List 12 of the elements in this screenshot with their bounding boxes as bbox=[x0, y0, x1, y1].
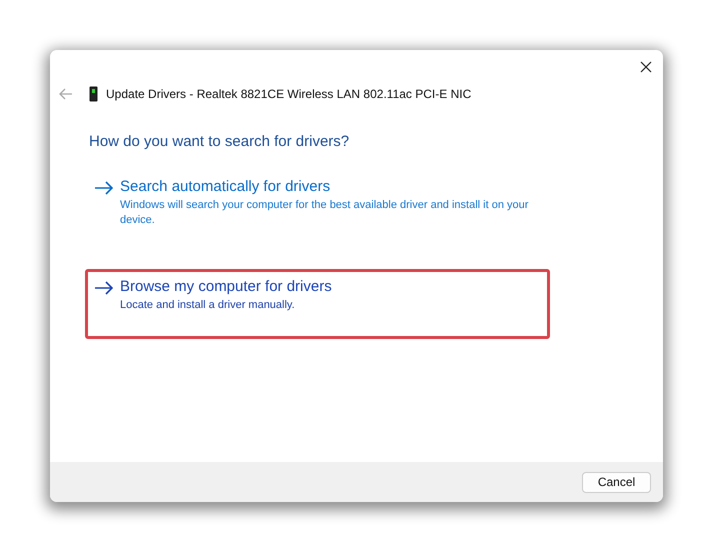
cancel-button[interactable]: Cancel bbox=[582, 472, 651, 492]
arrow-icon bbox=[94, 181, 114, 195]
window-title: Update Drivers - Realtek 8821CE Wireless LAN 802.11ac PCI-E NIC bbox=[106, 87, 472, 101]
option-title: Search automatically for drivers bbox=[120, 178, 332, 195]
option-description: Windows will search your computer for the best available driver and install it on your device. bbox=[120, 198, 530, 228]
option-link[interactable]: Search automatically for drivers Windows will search your computer for the best available driver and install it on your device. bbox=[85, 169, 550, 239]
arrow-icon bbox=[94, 281, 114, 295]
dialog-heading: How do you want to search for drivers? bbox=[89, 133, 350, 150]
highlighted-option[interactable]: Browse my computer for drivers Locate and install a driver manually. bbox=[85, 269, 550, 339]
option-description: Locate and install a driver manually. bbox=[120, 298, 296, 313]
network-card-icon bbox=[89, 86, 98, 102]
option-title: Browse my computer for drivers bbox=[120, 278, 333, 295]
